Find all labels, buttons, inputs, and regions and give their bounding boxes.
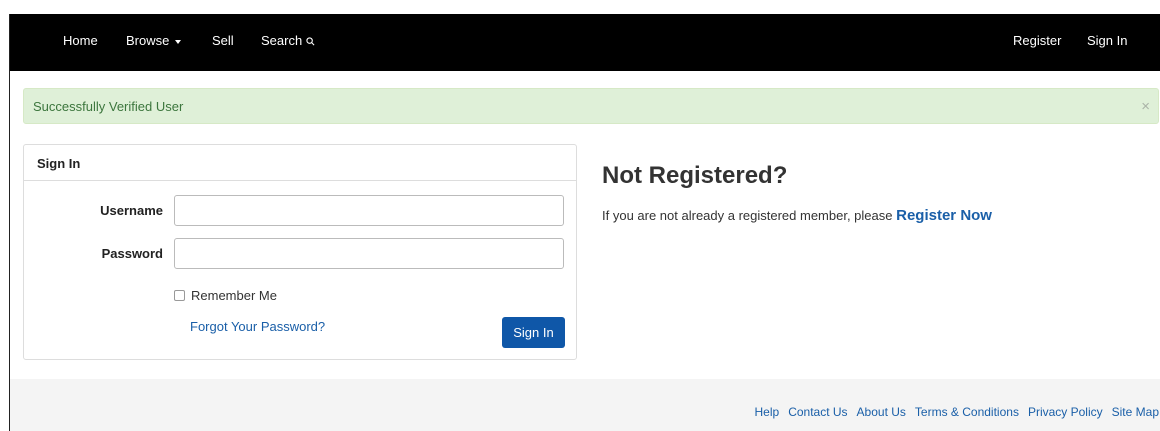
remember-me-toggle[interactable]: Remember Me	[174, 288, 277, 303]
top-navbar: Home Browse Sell Search Register Sign In	[10, 14, 1160, 71]
signin-button[interactable]: Sign In	[502, 317, 565, 348]
search-icon	[306, 37, 315, 46]
footer-link-contact[interactable]: Contact Us	[788, 405, 847, 419]
not-registered-heading: Not Registered?	[602, 162, 788, 189]
forgot-password-link[interactable]: Forgot Your Password?	[190, 319, 325, 334]
footer-link-privacy[interactable]: Privacy Policy	[1028, 405, 1103, 419]
nav-signin-link[interactable]: Sign In	[1087, 33, 1127, 48]
password-label: Password	[101, 246, 163, 261]
nav-browse-label: Browse	[126, 33, 170, 48]
footer-link-help[interactable]: Help	[755, 405, 780, 419]
footer-links: Help Contact Us About Us Terms & Conditi…	[755, 405, 1160, 419]
nav-home-link[interactable]: Home	[63, 33, 98, 48]
nav-sell-link[interactable]: Sell	[212, 33, 234, 48]
password-field[interactable]	[174, 238, 564, 269]
remember-me-label: Remember Me	[191, 288, 277, 303]
footer-link-about[interactable]: About Us	[857, 405, 906, 419]
footer-link-sitemap[interactable]: Site Map	[1112, 405, 1159, 419]
alert-message: Successfully Verified User	[33, 99, 184, 114]
signin-panel: Sign In Username Password Remember Me Fo…	[23, 144, 577, 360]
nav-register-link[interactable]: Register	[1013, 33, 1061, 48]
register-now-link[interactable]: Register Now	[896, 207, 992, 224]
register-prompt: If you are not already a registered memb…	[602, 207, 992, 224]
username-label: Username	[100, 203, 163, 218]
remember-me-checkbox[interactable]	[174, 290, 185, 301]
footer-link-terms[interactable]: Terms & Conditions	[915, 405, 1019, 419]
register-prompt-text: If you are not already a registered memb…	[602, 208, 893, 223]
success-alert: Successfully Verified User ×	[23, 88, 1159, 124]
footer: Help Contact Us About Us Terms & Conditi…	[10, 379, 1160, 431]
caret-down-icon	[175, 39, 182, 44]
nav-search-link[interactable]: Search	[261, 33, 315, 48]
close-icon[interactable]: ×	[1141, 98, 1150, 115]
username-field[interactable]	[174, 195, 564, 226]
nav-search-label: Search	[261, 33, 303, 48]
panel-title: Sign In	[24, 145, 576, 181]
nav-browse-dropdown[interactable]: Browse	[126, 33, 182, 48]
page-frame: Home Browse Sell Search Register Sign In…	[9, 14, 1160, 431]
